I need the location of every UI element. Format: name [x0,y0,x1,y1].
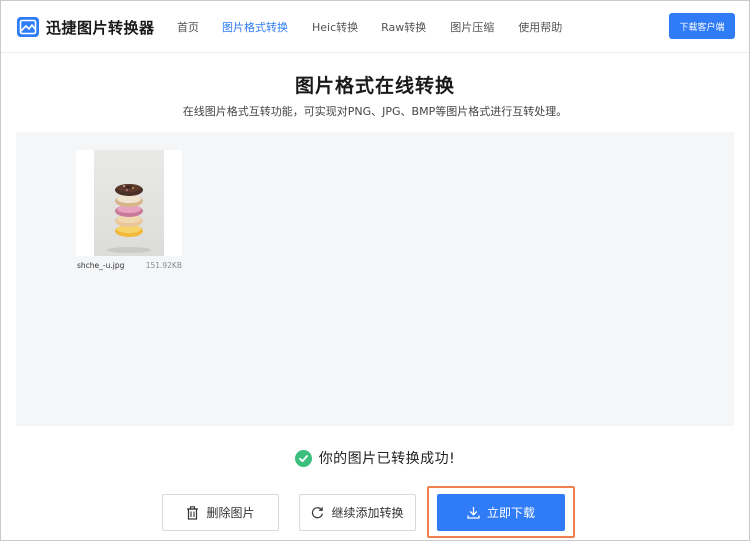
nav-item-heic[interactable]: Heic转换 [312,19,358,35]
success-message: 你的图片已转换成功! [0,448,750,468]
delete-image-label: 删除图片 [206,506,255,520]
continue-add-label: 继续添加转换 [331,506,404,520]
file-card[interactable]: shche_-u.jpg 151.92KB [76,150,184,276]
download-now-button[interactable]: 立即下载 [437,494,565,531]
refresh-icon [312,507,324,519]
app-name: 迅捷图片转换器 [46,18,155,37]
continue-add-button[interactable]: 继续添加转换 [299,494,416,531]
delete-image-button[interactable]: 删除图片 [162,494,279,531]
image-logo-icon [17,17,39,37]
page-title: 图片格式在线转换 [294,75,455,97]
trash-icon [187,505,199,520]
app-logo[interactable]: 迅捷图片转换器 [17,15,155,39]
nav-item-help[interactable]: 使用帮助 [518,19,562,35]
file-size: 151.92KB [145,261,182,270]
download-icon [467,507,480,519]
download-client-button[interactable]: 下载客户端 [669,13,735,39]
top-header: 迅捷图片转换器 首页 图片格式转换 Heic转换 Raw转换 图片压缩 使用帮助… [1,1,749,53]
nav-item-format-convert[interactable]: 图片格式转换 [222,19,288,35]
donut-stack-image [94,150,164,256]
success-text: 你的图片已转换成功! [318,451,456,467]
page-subtitle: 在线图片格式互转功能，可实现对PNG、JPG、BMP等图片格式进行互转处理。 [182,105,568,118]
download-now-label: 立即下载 [486,506,535,520]
nav-item-compress[interactable]: 图片压缩 [450,19,494,35]
file-thumbnail [76,150,182,256]
check-circle-icon [294,449,312,467]
file-preview-area: shche_-u.jpg 151.92KB [16,132,734,426]
main-nav: 首页 图片格式转换 Heic转换 Raw转换 图片压缩 使用帮助 [177,1,562,53]
nav-item-raw[interactable]: Raw转换 [381,19,426,35]
file-name: shche_-u.jpg [77,261,125,270]
nav-item-home[interactable]: 首页 [177,19,199,35]
